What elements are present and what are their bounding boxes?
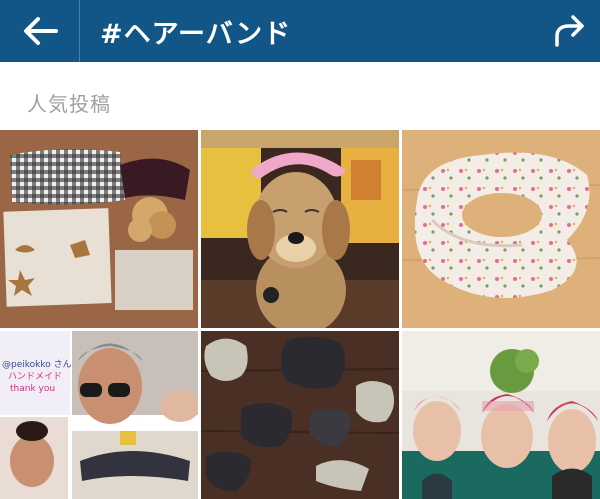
post-thumbnail-3[interactable]: [402, 130, 600, 328]
top-posts-label: 人気投稿: [27, 92, 111, 116]
share-arrow-icon: [555, 15, 584, 47]
post-thumbnail-2[interactable]: [201, 130, 399, 328]
post-thumbnail-4[interactable]: @peikokko さん ハンドメイド thank you: [0, 331, 198, 499]
back-button[interactable]: [0, 0, 80, 62]
caption-line-3: thank you: [10, 384, 56, 394]
caption-line-1: @peikokko さん: [2, 360, 72, 370]
top-nav-bar: #ヘアーバンド: [0, 0, 600, 62]
post-4-caption: @peikokko さん ハンドメイド thank you: [2, 359, 72, 395]
arrow-left-icon: [23, 17, 58, 45]
caption-line-2: ハンドメイド: [8, 372, 63, 382]
hashtag-title: #ヘアーバンド: [100, 18, 292, 50]
share-button[interactable]: [538, 0, 600, 62]
post-thumbnail-5[interactable]: [201, 331, 399, 499]
post-grid: @peikokko さん ハンドメイド thank you: [0, 130, 600, 499]
post-thumbnail-6[interactable]: [402, 331, 600, 499]
post-thumbnail-1[interactable]: [0, 130, 198, 328]
